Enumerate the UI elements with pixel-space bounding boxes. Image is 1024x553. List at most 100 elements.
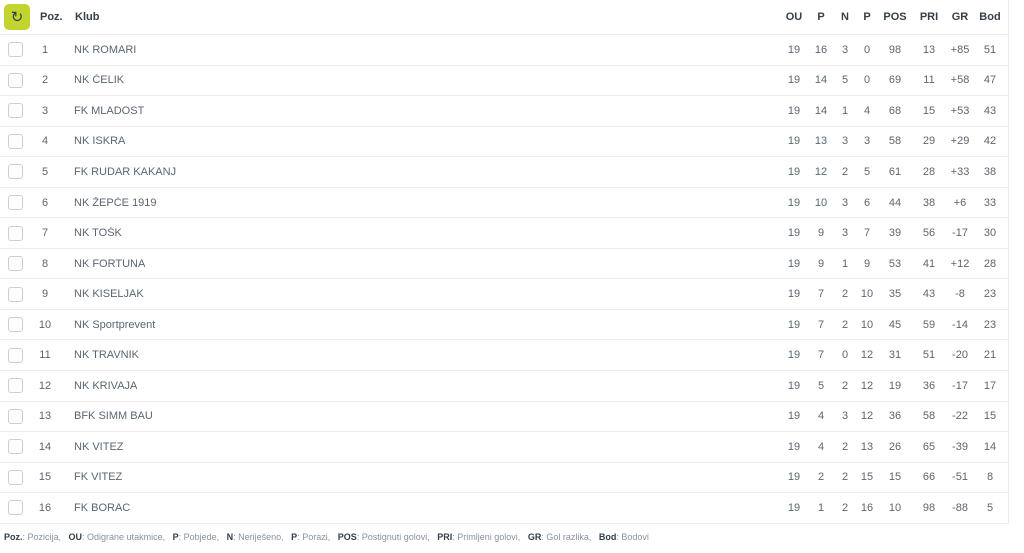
wins-cell: 13 bbox=[808, 135, 834, 147]
table-body: 1 NK ROMARI 19 16 3 0 98 13 +85 51 2 NK … bbox=[0, 35, 1008, 524]
position-cell: 8 bbox=[23, 258, 67, 270]
goals-against-cell: 98 bbox=[912, 502, 946, 514]
club-name-cell: NK KRIVAJA bbox=[67, 380, 780, 392]
refresh-icon: ↻ bbox=[11, 8, 24, 26]
wins-cell: 10 bbox=[808, 197, 834, 209]
points-cell: 21 bbox=[974, 349, 1006, 361]
goals-against-cell: 11 bbox=[912, 74, 946, 86]
table-row: 11 NK TRAVNIK 19 7 0 12 31 51 -20 21 bbox=[0, 340, 1008, 371]
played-cell: 19 bbox=[780, 380, 808, 392]
row-checkbox[interactable] bbox=[8, 256, 23, 271]
club-name-cell: FK RUDAR KAKANJ bbox=[67, 166, 780, 178]
table-row: 4 NK ISKRA 19 13 3 3 58 29 +29 42 bbox=[0, 127, 1008, 158]
goal-diff-cell: +6 bbox=[946, 197, 974, 209]
legend-abbr: GR bbox=[528, 532, 542, 542]
goals-for-cell: 69 bbox=[878, 74, 912, 86]
table-row: 12 NK KRIVAJA 19 5 2 12 19 36 -17 17 bbox=[0, 371, 1008, 402]
wins-cell: 7 bbox=[808, 319, 834, 331]
played-cell: 19 bbox=[780, 258, 808, 270]
row-checkbox[interactable] bbox=[8, 409, 23, 424]
wins-cell: 14 bbox=[808, 105, 834, 117]
played-cell: 19 bbox=[780, 44, 808, 56]
losses-cell: 7 bbox=[856, 227, 878, 239]
row-checkbox[interactable] bbox=[8, 195, 23, 210]
column-header-bod: Bod bbox=[974, 11, 1006, 23]
losses-cell: 5 bbox=[856, 166, 878, 178]
goals-against-cell: 41 bbox=[912, 258, 946, 270]
goals-for-cell: 39 bbox=[878, 227, 912, 239]
table-row: 9 NK KISELJAK 19 7 2 10 35 43 -8 23 bbox=[0, 279, 1008, 310]
played-cell: 19 bbox=[780, 319, 808, 331]
club-name-cell: FK BORAC bbox=[67, 502, 780, 514]
table-row: 10 NK Sportprevent 19 7 2 10 45 59 -14 2… bbox=[0, 310, 1008, 341]
played-cell: 19 bbox=[780, 74, 808, 86]
played-cell: 19 bbox=[780, 502, 808, 514]
goals-for-cell: 31 bbox=[878, 349, 912, 361]
draws-cell: 1 bbox=[834, 258, 856, 270]
row-checkbox[interactable] bbox=[8, 226, 23, 241]
points-cell: 15 bbox=[974, 410, 1006, 422]
row-checkbox[interactable] bbox=[8, 317, 23, 332]
table-row: 6 NK ŽEPČE 1919 19 10 3 6 44 38 +6 33 bbox=[0, 188, 1008, 219]
draws-cell: 3 bbox=[834, 44, 856, 56]
wins-cell: 5 bbox=[808, 380, 834, 392]
row-checkbox[interactable] bbox=[8, 134, 23, 149]
legend-abbr: PRI bbox=[437, 532, 452, 542]
goals-for-cell: 68 bbox=[878, 105, 912, 117]
club-name-cell: FK VITEZ bbox=[67, 471, 780, 483]
goal-diff-cell: -17 bbox=[946, 227, 974, 239]
points-cell: 43 bbox=[974, 105, 1006, 117]
goals-for-cell: 44 bbox=[878, 197, 912, 209]
row-checkbox[interactable] bbox=[8, 439, 23, 454]
wins-cell: 7 bbox=[808, 288, 834, 300]
position-cell: 6 bbox=[23, 197, 67, 209]
row-checkbox[interactable] bbox=[8, 500, 23, 515]
position-cell: 2 bbox=[23, 74, 67, 86]
column-header-poz: Poz. bbox=[38, 11, 68, 23]
position-cell: 4 bbox=[23, 135, 67, 147]
table-row: 14 NK VITEZ 19 4 2 13 26 65 -39 14 bbox=[0, 432, 1008, 463]
table-row: 5 FK RUDAR KAKANJ 19 12 2 5 61 28 +33 38 bbox=[0, 157, 1008, 188]
table-row: 8 NK FORTUNA 19 9 1 9 53 41 +12 28 bbox=[0, 249, 1008, 280]
played-cell: 19 bbox=[780, 471, 808, 483]
goal-diff-cell: -20 bbox=[946, 349, 974, 361]
club-name-cell: BFK SIMM BAU bbox=[67, 410, 780, 422]
losses-cell: 13 bbox=[856, 441, 878, 453]
row-checkbox[interactable] bbox=[8, 164, 23, 179]
row-checkbox[interactable] bbox=[8, 287, 23, 302]
goals-against-cell: 58 bbox=[912, 410, 946, 422]
row-checkbox[interactable] bbox=[8, 73, 23, 88]
row-checkbox[interactable] bbox=[8, 42, 23, 57]
column-header-p-loss: P bbox=[856, 11, 878, 23]
losses-cell: 12 bbox=[856, 349, 878, 361]
row-checkbox[interactable] bbox=[8, 378, 23, 393]
row-checkbox[interactable] bbox=[8, 103, 23, 118]
played-cell: 19 bbox=[780, 135, 808, 147]
legend-abbr: P bbox=[173, 532, 179, 542]
draws-cell: 2 bbox=[834, 441, 856, 453]
points-cell: 42 bbox=[974, 135, 1006, 147]
goals-against-cell: 56 bbox=[912, 227, 946, 239]
points-cell: 23 bbox=[974, 319, 1006, 331]
goals-against-cell: 51 bbox=[912, 349, 946, 361]
club-name-cell: NK ROMARI bbox=[67, 44, 780, 56]
position-cell: 10 bbox=[23, 319, 67, 331]
wins-cell: 4 bbox=[808, 441, 834, 453]
row-checkbox[interactable] bbox=[8, 348, 23, 363]
position-cell: 1 bbox=[23, 44, 67, 56]
goals-against-cell: 13 bbox=[912, 44, 946, 56]
played-cell: 19 bbox=[780, 197, 808, 209]
legend-abbr: N bbox=[227, 532, 234, 542]
points-cell: 33 bbox=[974, 197, 1006, 209]
goal-diff-cell: -8 bbox=[946, 288, 974, 300]
goals-against-cell: 66 bbox=[912, 471, 946, 483]
row-checkbox[interactable] bbox=[8, 470, 23, 485]
wins-cell: 12 bbox=[808, 166, 834, 178]
played-cell: 19 bbox=[780, 105, 808, 117]
draws-cell: 3 bbox=[834, 135, 856, 147]
column-header-p-win: P bbox=[808, 11, 834, 23]
club-name-cell: FK MLADOST bbox=[67, 105, 780, 117]
goals-against-cell: 29 bbox=[912, 135, 946, 147]
points-cell: 51 bbox=[974, 44, 1006, 56]
refresh-button[interactable]: ↻ bbox=[4, 4, 30, 30]
